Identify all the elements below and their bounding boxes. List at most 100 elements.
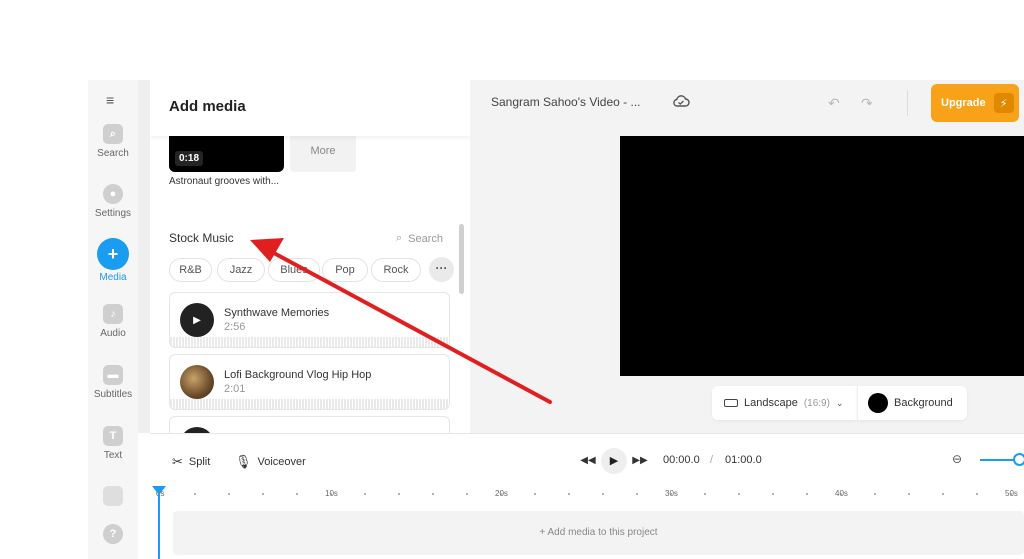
ruler-tick-dot — [194, 493, 196, 495]
rail-label-search: Search — [97, 148, 129, 159]
ruler-tick-dot — [874, 493, 876, 495]
stock-music-search[interactable]: ⌕ Search — [396, 232, 443, 245]
voiceover-button[interactable]: 🎙 Voiceover — [235, 454, 306, 470]
ruler-tick-dot — [942, 493, 944, 495]
rail-label-subtitles: Subtitles — [93, 389, 133, 400]
panel-header: Add media — [150, 80, 470, 136]
project-title[interactable]: Sangram Sahoo's Video - ... — [491, 95, 641, 109]
ruler-tick-dot — [840, 493, 842, 495]
track-name: Synthwave Memories — [224, 307, 330, 319]
track-card[interactable] — [169, 416, 450, 433]
track-duration: 2:56 — [224, 321, 246, 333]
more-genres-button[interactable]: ··· — [429, 257, 454, 282]
genre-chip-blues[interactable]: Blues — [268, 258, 320, 282]
panel-scrollbar[interactable] — [459, 224, 464, 294]
ruler-tick-dot — [568, 493, 570, 495]
track-card[interactable]: ▶ Synthwave Memories 2:56 — [169, 292, 450, 348]
ruler-tick-dot — [398, 493, 400, 495]
fast-forward-button[interactable]: ▶▶ — [630, 451, 650, 471]
album-art[interactable] — [180, 365, 214, 399]
rail-label-settings: Settings — [94, 208, 132, 219]
cloud-saved-icon — [673, 95, 690, 107]
ratio-label: Landscape — [744, 397, 798, 409]
redo-icon[interactable]: ↷ — [861, 95, 873, 112]
lightning-icon: ⚡ — [993, 93, 1014, 113]
plus-icon: + — [539, 527, 548, 538]
split-button[interactable]: ✂ Split — [172, 454, 210, 470]
ruler-tick-dot — [534, 493, 536, 495]
ruler-tick-dot — [772, 493, 774, 495]
plus-icon: + — [97, 238, 129, 270]
time-separator: / — [710, 454, 714, 466]
ruler-tick-dot — [670, 493, 672, 495]
search-icon: ⌕ — [103, 124, 123, 144]
track-duration: 2:01 — [224, 383, 246, 395]
add-media-hint: Add media to this project — [547, 527, 658, 538]
ruler-tick-dot — [704, 493, 706, 495]
thumbnail-duration: 0:18 — [175, 151, 204, 166]
add-media-panel: 0:18 More Astronaut grooves with... Stoc… — [150, 80, 470, 433]
gear-icon: ● — [103, 184, 123, 204]
rail-item-audio[interactable]: ♪ Audio — [88, 304, 138, 339]
empty-track-lane[interactable]: + Add media to this project — [173, 511, 1024, 555]
track-card[interactable]: Lofi Background Vlog Hip Hop 2:01 — [169, 354, 450, 410]
waveform — [170, 337, 449, 347]
track-name: Lofi Background Vlog Hip Hop — [224, 369, 372, 381]
help-button[interactable]: ? — [88, 524, 138, 548]
ruler-tick-dot — [330, 493, 332, 495]
upgrade-label: Upgrade — [941, 97, 986, 109]
playhead-line[interactable] — [158, 486, 160, 559]
video-canvas[interactable] — [620, 136, 1024, 376]
ruler-tick-dot — [1010, 493, 1012, 495]
help-icon: ? — [103, 524, 123, 544]
ruler-tick-dot — [364, 493, 366, 495]
ruler-tick-dot — [500, 493, 502, 495]
ruler-tick-dot — [976, 493, 978, 495]
play-icon[interactable]: ▶ — [180, 303, 214, 337]
background-label: Background — [894, 397, 953, 409]
rail-item-media[interactable]: + Media — [88, 238, 138, 283]
background-button[interactable]: Background — [857, 386, 967, 420]
rail-label-audio: Audio — [100, 328, 126, 339]
total-time: 01:00.0 — [725, 454, 762, 466]
panel-title: Add media — [169, 98, 246, 115]
genre-chip-rock[interactable]: Rock — [371, 258, 421, 282]
text-icon: T — [103, 426, 123, 446]
zoom-slider-handle[interactable] — [1013, 453, 1024, 466]
current-time: 00:00.0 — [663, 454, 700, 466]
upgrade-button[interactable]: Upgrade ⚡ — [931, 84, 1019, 122]
search-icon: ⌕ — [396, 232, 403, 244]
rail-item-settings[interactable]: ● Settings — [88, 184, 138, 219]
play-button[interactable]: ▶ — [601, 448, 627, 474]
thumbnail-caption: Astronaut grooves with... — [169, 176, 280, 187]
ruler-tick-dot — [432, 493, 434, 495]
genre-chip-rnb[interactable]: R&B — [169, 258, 212, 282]
rewind-button[interactable]: ◀◀ — [578, 451, 598, 471]
scissors-icon: ✂ — [172, 454, 183, 469]
ruler-tick-dot — [602, 493, 604, 495]
rail-item-elements[interactable] — [88, 486, 138, 510]
aspect-ratio-selector[interactable]: Landscape (16:9) ⌄ — [712, 386, 857, 420]
rail-divider — [138, 80, 150, 433]
menu-icon[interactable]: ≡ — [106, 93, 114, 107]
ruler-tick-dot — [228, 493, 230, 495]
genre-chip-jazz[interactable]: Jazz — [217, 258, 265, 282]
microphone-icon: 🎙 — [235, 454, 252, 469]
genre-chip-pop[interactable]: Pop — [322, 258, 368, 282]
rail-label-media: Media — [99, 272, 127, 283]
voiceover-label: Voiceover — [257, 456, 306, 468]
subtitles-icon: ▬ — [103, 365, 123, 385]
ruler-tick-dot — [738, 493, 740, 495]
rail-item-search[interactable]: ⌕ Search — [88, 124, 138, 159]
zoom-out-icon[interactable]: ⊖ — [952, 452, 962, 466]
stock-music-heading: Stock Music — [169, 231, 234, 245]
playhead-handle[interactable] — [152, 486, 166, 495]
ruler-tick-dot — [908, 493, 910, 495]
landscape-icon — [724, 399, 738, 407]
undo-icon[interactable]: ↶ — [828, 95, 840, 112]
rail-item-text[interactable]: T Text — [88, 426, 138, 461]
music-note-icon: ♪ — [103, 304, 123, 324]
background-color-swatch — [868, 393, 888, 413]
rail-item-subtitles[interactable]: ▬ Subtitles — [88, 365, 138, 400]
stock-search-label: Search — [408, 232, 444, 245]
